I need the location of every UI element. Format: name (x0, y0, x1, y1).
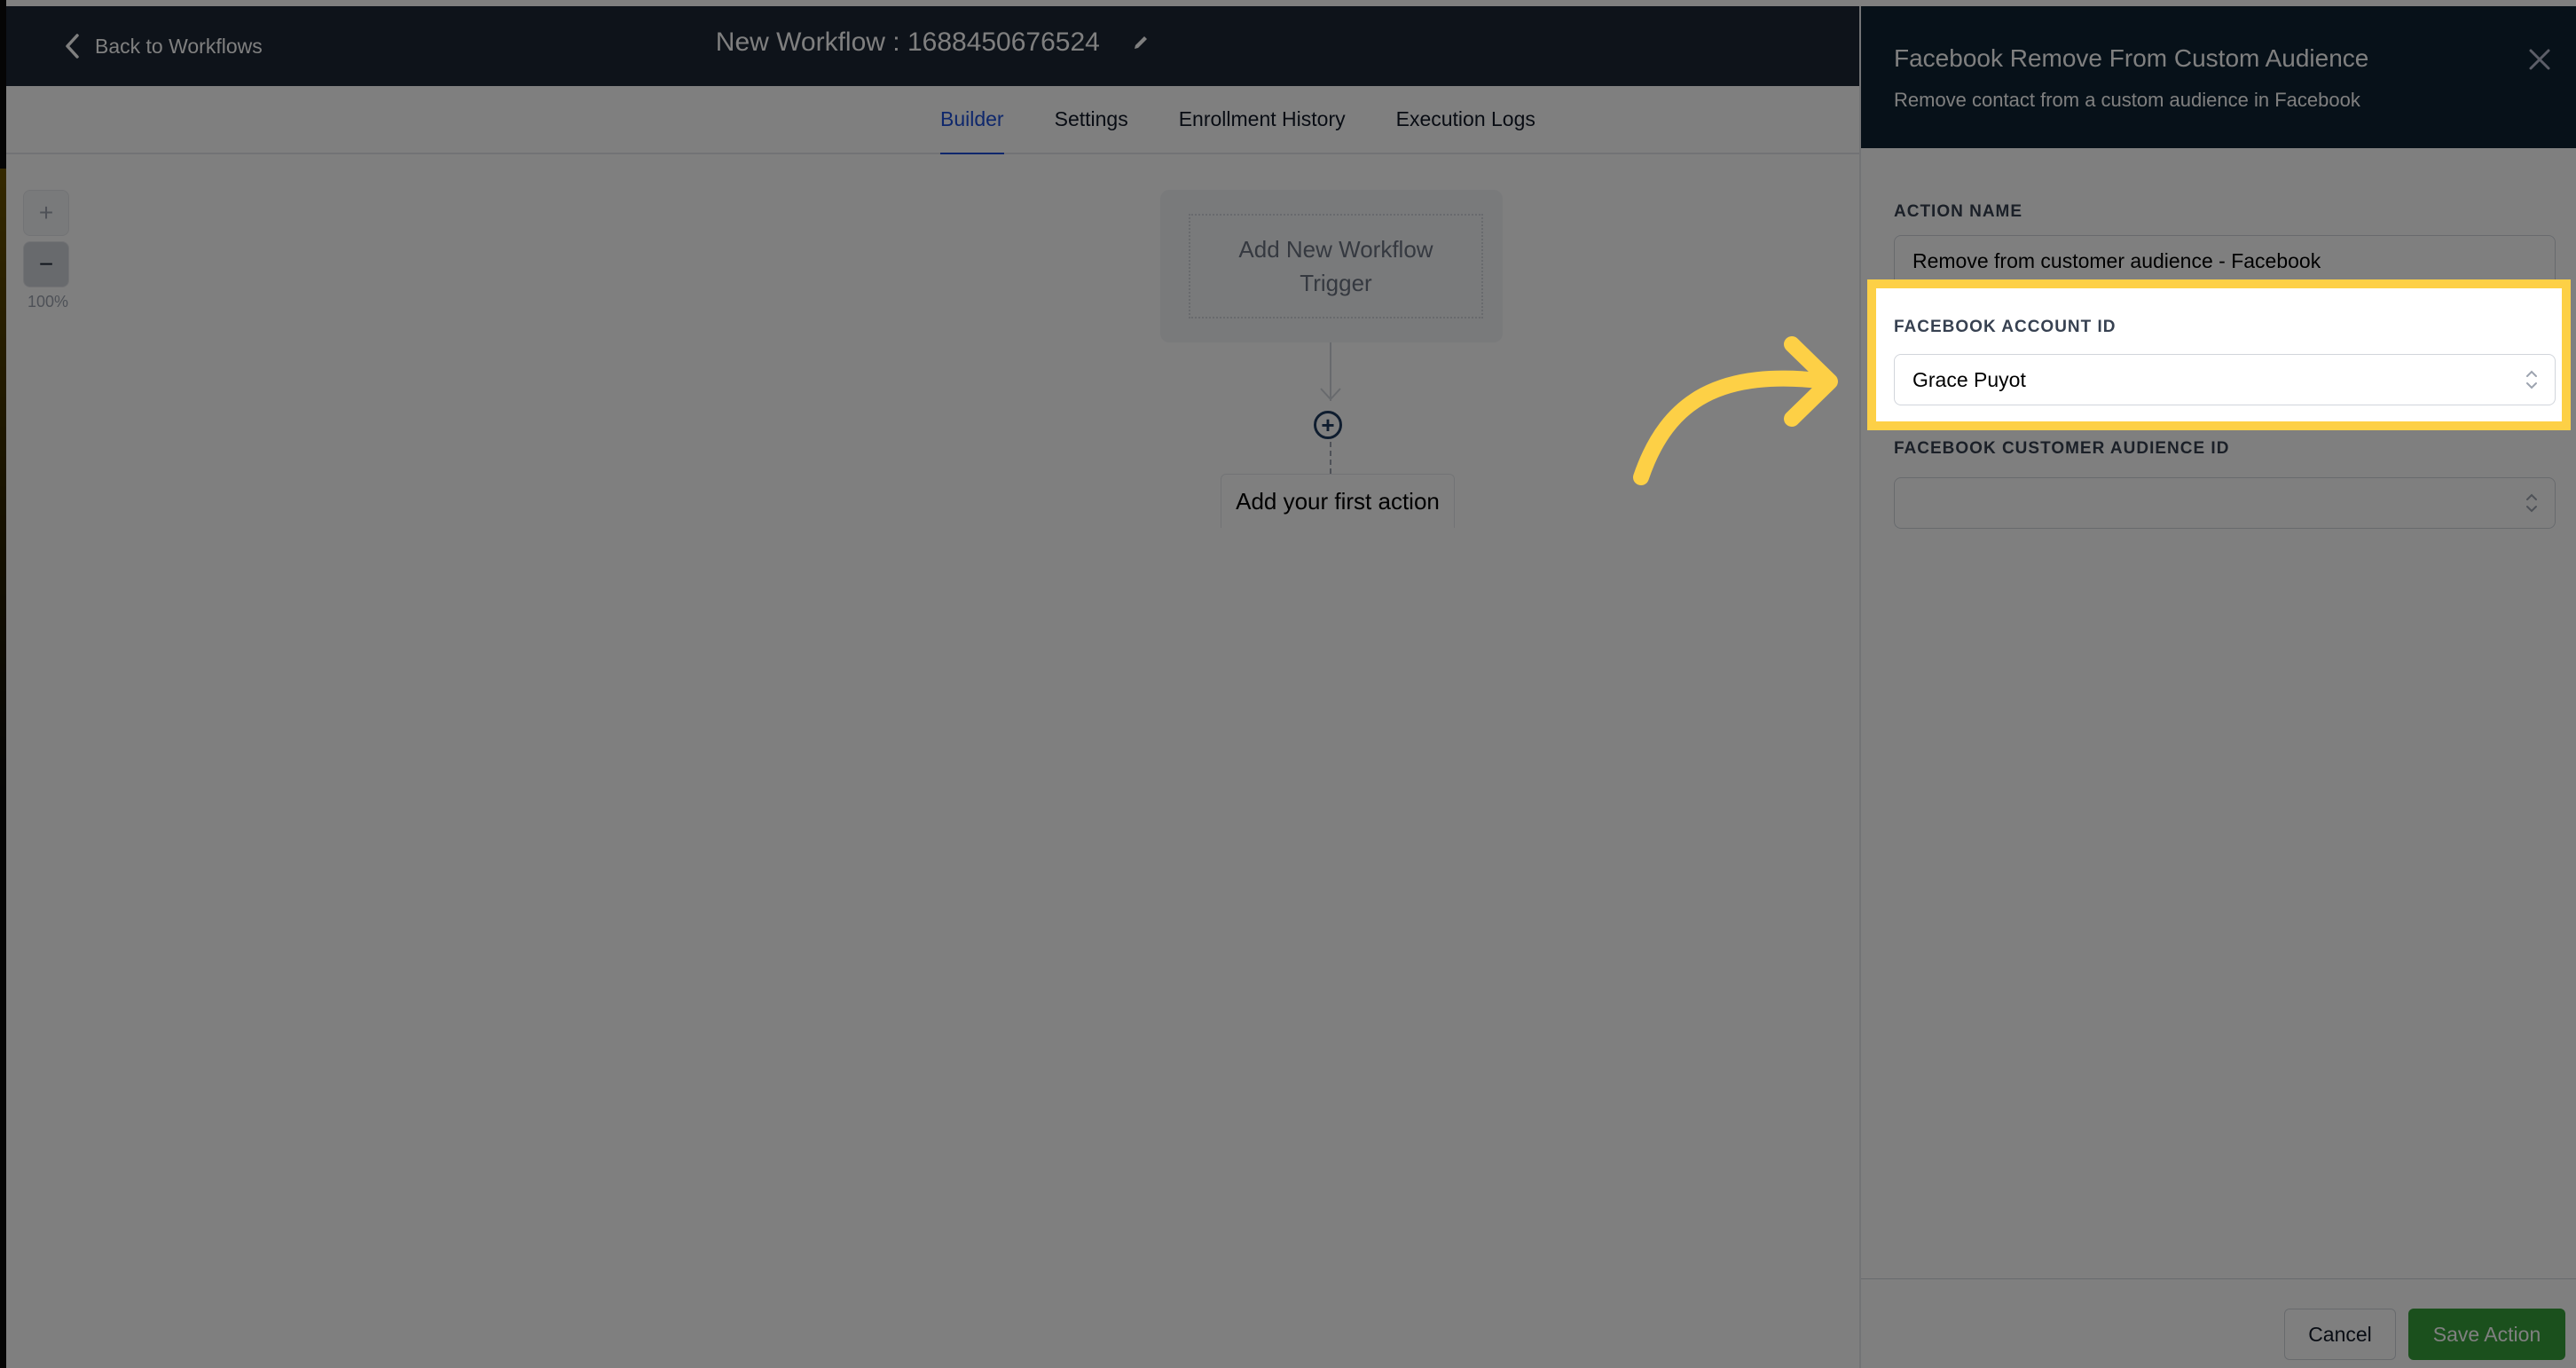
action-name-label: ACTION NAME (1894, 202, 2023, 221)
pencil-icon[interactable] (1132, 28, 1150, 59)
plus-circle-icon[interactable]: + (1314, 411, 1342, 439)
trigger-card: Add New Workflow Trigger (1160, 190, 1503, 342)
add-first-action-button[interactable]: Add your first action (1221, 474, 1455, 528)
add-trigger-button[interactable]: Add New Workflow Trigger (1189, 214, 1483, 318)
add-trigger-label: Add New Workflow Trigger (1238, 236, 1433, 296)
cancel-button[interactable]: Cancel (2284, 1309, 2396, 1360)
facebook-account-id-select[interactable]: Grace Puyot (1894, 354, 2556, 405)
action-side-panel: Facebook Remove From Custom Audience Rem… (1859, 6, 2576, 1368)
zoom-controls: + − 100% (23, 190, 75, 311)
zoom-level: 100% (27, 293, 69, 311)
panel-footer-divider (1861, 1278, 2576, 1279)
tab-settings[interactable]: Settings (1055, 107, 1128, 156)
panel-header: Facebook Remove From Custom Audience Rem… (1861, 6, 2576, 148)
facebook-audience-id-label: FACEBOOK CUSTOMER AUDIENCE ID (1894, 439, 2230, 458)
facebook-account-id-label: FACEBOOK ACCOUNT ID (1894, 318, 2117, 336)
workflow-title: New Workflow : 1688450676524 (6, 28, 1859, 59)
tab-enrollment-history[interactable]: Enrollment History (1179, 107, 1346, 156)
tab-bar: Builder Settings Enrollment History Exec… (6, 86, 1859, 156)
facebook-audience-id-select[interactable] (1894, 477, 2556, 529)
facebook-account-id-value: Grace Puyot (1912, 367, 2026, 391)
app-header: Back to Workflows New Workflow : 1688450… (6, 6, 1859, 86)
tab-execution-logs[interactable]: Execution Logs (1396, 107, 1535, 156)
zoom-in-button[interactable]: + (23, 190, 69, 236)
workflow-canvas[interactable]: + − 100% Add New Workflow Trigger + Add … (6, 154, 1859, 1368)
select-chevron-icon (2526, 370, 2537, 389)
dashed-connector (1330, 442, 1331, 474)
panel-subtitle: Remove contact from a custom audience in… (1894, 89, 2360, 111)
action-name-value: Remove from customer audience - Facebook (1912, 248, 2321, 272)
first-action-label: Add your first action (1236, 487, 1440, 515)
tab-builder[interactable]: Builder (940, 107, 1004, 156)
save-action-button[interactable]: Save Action (2408, 1309, 2565, 1360)
zoom-out-button[interactable]: − (23, 241, 69, 287)
window-top-strip (0, 0, 2576, 6)
workflow-title-text: New Workflow : 1688450676524 (715, 28, 1100, 57)
close-icon[interactable] (2526, 46, 2553, 73)
window-left-edge (0, 0, 6, 1368)
connector-arrow-icon (1320, 388, 1341, 401)
panel-title: Facebook Remove From Custom Audience (1894, 44, 2369, 72)
select-chevron-icon (2526, 493, 2537, 513)
action-name-input[interactable]: Remove from customer audience - Facebook (1894, 235, 2556, 287)
